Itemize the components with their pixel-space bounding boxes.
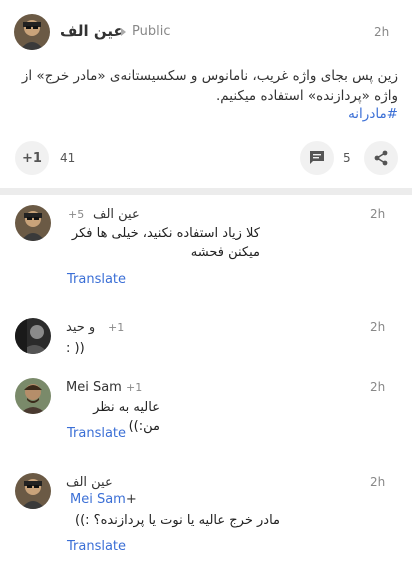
comment-plus-count: +5 (68, 208, 85, 221)
comment-icon (310, 151, 324, 164)
author-avatar[interactable] (14, 14, 50, 50)
comment-text: : )) (66, 341, 85, 356)
comment-count: 5 (343, 151, 351, 165)
post-author-name[interactable]: عین الف (60, 22, 124, 40)
comment-text: مادر خرج عالیه یا نوت یا پردازنده؟ :)) (75, 513, 280, 528)
comment-time: 2h (370, 320, 386, 334)
mention-name[interactable]: Mei Sam (70, 492, 126, 507)
post-text: زین پس بجای واژه غریب، نامانوس و سکسیستا… (21, 68, 398, 104)
translate-link[interactable]: Translate (67, 426, 126, 441)
comment-author[interactable]: عین الف (66, 475, 113, 490)
post-hashtag[interactable]: #مادرانه (348, 106, 398, 122)
comment-time: 2h (370, 207, 386, 221)
visibility-label: Public (132, 24, 171, 39)
comment-author[interactable]: عین الف (93, 207, 140, 222)
plus-one-label: +1 (22, 150, 42, 166)
comment-avatar[interactable] (15, 318, 51, 354)
translate-link[interactable]: Translate (67, 539, 126, 554)
comment-avatar[interactable] (15, 378, 51, 414)
comment-time: 2h (370, 475, 386, 489)
mention-plus: + (125, 492, 137, 507)
comments-list: عین الف +5 2h کلا زیاد استفاده نکنید، خی… (0, 195, 412, 569)
post-card: عین الف Public 2h زین پس بجای واژه غریب،… (0, 0, 412, 188)
caret-right-icon (121, 27, 126, 36)
comment-time: 2h (370, 380, 386, 394)
comment-author[interactable]: Mei Sam (66, 380, 122, 395)
comment-author[interactable]: و حید (66, 320, 95, 335)
translate-link[interactable]: Translate (67, 272, 126, 287)
comment-plus-count: +1 (108, 321, 125, 334)
plus-one-button[interactable]: +1 (15, 141, 49, 175)
share-icon (374, 150, 388, 166)
comment-avatar[interactable] (15, 205, 51, 241)
comment-plus-count: +1 (126, 381, 143, 394)
share-button[interactable] (364, 141, 398, 175)
comment-button[interactable] (300, 141, 334, 175)
comment-text: کلا زیاد استفاده نکنید، خیلی ها فکر میکن… (71, 226, 260, 260)
post-time: 2h (374, 25, 390, 39)
mention[interactable]: Mei Sam+ (70, 492, 137, 507)
comment-avatar[interactable] (15, 473, 51, 509)
plus-one-count: 41 (60, 151, 76, 165)
visibility-indicator: Public (121, 24, 170, 39)
